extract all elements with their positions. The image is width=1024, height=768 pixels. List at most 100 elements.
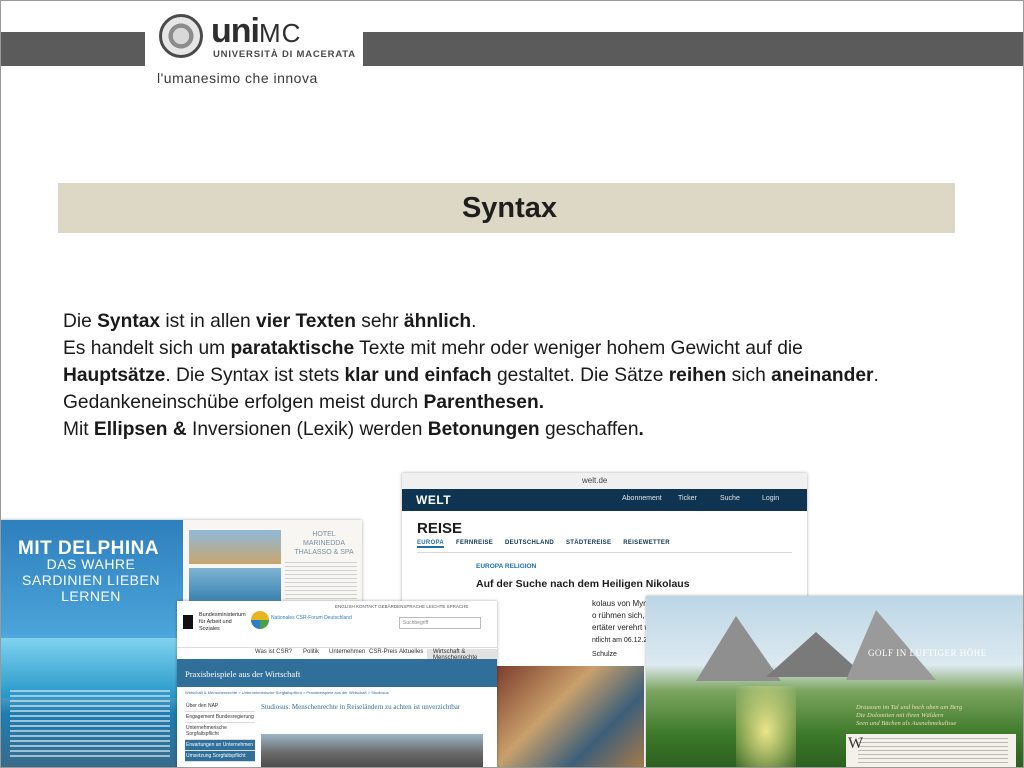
welt-author: Schulze — [592, 651, 617, 658]
bmas-menu-item: Was ist CSR? — [255, 649, 293, 655]
welt-cat-reisewetter: REISEWETTER — [623, 540, 670, 546]
body-bold-run: vier Texten — [256, 311, 356, 332]
welt-cat-deutschland: DEUTSCHLAND — [505, 540, 554, 546]
bmas-breadcrumb: Wirtschaft & Menschenrechte > Unternehme… — [185, 690, 389, 695]
body-run: sich — [726, 365, 772, 386]
bmas-banner-title: Praxisbeispiele aus der Wirtschaft — [185, 669, 301, 679]
dolomites-caption-2: Die Dolomiten mit ihren Wäldern — [856, 712, 944, 719]
dolomites-caption-3: Seen und Bächen als Ausnahmekulisse — [856, 720, 957, 727]
browser-url: welt.de — [582, 476, 608, 485]
welt-nav-abonnement: Abonnement — [622, 495, 662, 502]
sardinia-cover: MIT DELPHINA DAS WAHRE SARDINIEN LIEBEN … — [0, 520, 183, 768]
body-run: Gedankeneinschübe erfolgen meist durch — [63, 392, 424, 413]
body-bold-run: klar und einfach — [344, 365, 492, 386]
welt-navbar: WELT Abonnement Ticker Suche Login — [402, 489, 807, 511]
body-bold-run: reihen — [668, 365, 727, 386]
welt-cat-staedtereise: STÄDTEREISE — [565, 540, 612, 546]
body-line: Mit Ellipsen & Inversionen (Lexik) werde… — [63, 416, 963, 443]
body-run: gestaltet. Die Sätze — [491, 365, 669, 386]
body-run: sehr — [355, 311, 404, 332]
welt-nav-suche: Suche — [720, 495, 740, 502]
bmas-side-item: Umsetzung Sorgfaltspflicht — [185, 751, 255, 762]
body-line: Es handelt sich um parataktische Texte m… — [63, 335, 963, 362]
csr-label: Nationales CSR-Forum Deutschland — [271, 615, 352, 621]
body-run: . Die Syntax ist stets — [165, 365, 345, 386]
bmas-article-title: Studiosus: Menschenrechte in Reiseländer… — [261, 703, 461, 711]
welt-divider — [417, 552, 792, 553]
logo-wordmark: uniMC — [211, 12, 301, 51]
sardinia-subtitle: DAS WAHRE SARDINIEN LIEBEN LERNEN — [22, 556, 160, 604]
body-bold-run: Syntax — [97, 311, 161, 332]
body-run: geschaffen — [539, 419, 639, 440]
body-bold-run: . — [638, 419, 644, 440]
welt-cat-fernreise: FERNREISE — [456, 540, 494, 546]
slide-title-bar: Syntax — [58, 183, 955, 233]
logo-university-name: UNIVERSITÀ DI MACERATA — [213, 49, 356, 60]
logo-tagline: l'umanesimo che innova — [157, 70, 318, 86]
body-bold-run: aneinander — [771, 365, 874, 386]
university-seal-icon — [159, 14, 203, 58]
bmas-side-item: Über den NAP — [185, 701, 255, 712]
body-run: Die — [63, 311, 98, 332]
body-line: Die Syntax ist in allen vier Texten sehr… — [63, 308, 963, 335]
logo-mc: MC — [258, 18, 302, 48]
body-run: Texte mit mehr oder weniger hohem Gewich… — [354, 338, 803, 359]
body-text: Die Syntax ist in allen vier Texten sehr… — [63, 308, 963, 443]
hotel-photo — [189, 530, 281, 564]
body-line: Gedankeneinschübe erfolgen meist durch P… — [63, 389, 963, 416]
golf-ball-flash — [736, 686, 796, 768]
mountain-peak — [846, 610, 936, 680]
university-logo[interactable]: uniMC UNIVERSITÀ DI MACERATA l'umanesimo… — [145, 0, 363, 90]
body-run: ist in allen — [160, 311, 257, 332]
dolomites-captions: Draussen im Tal und hoch oben am Berg Di… — [856, 704, 1016, 730]
csr-logo-icon — [251, 611, 269, 629]
body-line: Hauptsätze. Die Syntax ist stets klar un… — [63, 362, 963, 389]
dolomites-caption-1: Draussen im Tal und hoch oben am Berg — [856, 704, 963, 711]
body-bold-run: Hauptsätze — [63, 365, 166, 386]
body-run: . — [873, 365, 879, 386]
dolomites-title: GOLF IN LUFTIGER HÖHE — [868, 648, 987, 658]
bmas-search-input: Suchbegriff — [399, 617, 481, 629]
dolomites-dropcap: W — [848, 735, 864, 752]
welt-section-title: REISE — [417, 520, 463, 537]
welt-logo: WELT — [416, 493, 452, 507]
bmas-header: Bundesministerium für Arbeit und Soziale… — [177, 601, 497, 648]
federal-eagle-icon — [183, 615, 193, 629]
bmas-menu-item: Aktuelles — [399, 649, 424, 655]
body-bold-run: Betonungen — [427, 419, 540, 440]
bmas-menu-item: Unternehmen — [329, 649, 366, 655]
bmas-side-item-active: Erwartungen an Unternehmen — [185, 740, 255, 751]
bmas-csr-screenshot: Bundesministerium für Arbeit und Soziale… — [177, 601, 497, 768]
welt-article-tags: EUROPA RELIGION — [476, 563, 537, 570]
body-run: Es handelt sich um — [63, 338, 231, 359]
hotel-name: HOTEL MARINEDDA THALASSO & SPA — [294, 531, 354, 556]
dolomites-golf-magazine-image: GOLF IN LUFTIGER HÖHE Draussen im Tal un… — [646, 596, 1024, 768]
bmas-side-item: Engagement Bundesregierung — [185, 712, 255, 723]
sardinia-copy — [10, 690, 170, 760]
body-bold-run: ähnlich — [403, 311, 472, 332]
welt-nav-ticker: Ticker — [678, 495, 697, 502]
dolomites-article-text — [846, 734, 1016, 768]
body-bold-run: Ellipsen & — [93, 419, 187, 440]
bmas-article-image — [261, 734, 483, 768]
welt-categories: EUROPA FERNREISE DEUTSCHLAND STÄDTEREISE… — [417, 540, 680, 548]
body-run: Inversionen (Lexik) werden — [186, 419, 428, 440]
body-run: Mit — [63, 419, 94, 440]
welt-nav-login: Login — [762, 495, 780, 502]
slide-title: Syntax — [461, 191, 558, 224]
ministry-name: Bundesministerium für Arbeit und Soziale… — [199, 612, 246, 632]
pool-photo — [0, 638, 183, 698]
bmas-side-item: Unternehmerische Sorgfaltspflicht — [185, 723, 255, 740]
welt-headline: Auf der Suche nach dem Heiligen Nikolaus — [476, 578, 690, 590]
body-bold-run: Parenthesen. — [423, 392, 545, 413]
welt-cat-europa: EUROPA — [417, 540, 445, 548]
bmas-menu-item: CSR-Preis — [369, 649, 398, 655]
logo-uni: uni — [211, 12, 260, 50]
bmas-menu-item: Politik — [303, 649, 320, 655]
bmas-top-links: ENGLISH KONTAKT GEBÄRDENSPRACHE LEICHTE … — [335, 604, 469, 609]
bmas-menu: Was ist CSR? Politik Unternehmen CSR-Pre… — [177, 647, 497, 661]
body-run: . — [471, 311, 477, 332]
bmas-banner: Praxisbeispiele aus der Wirtschaft — [177, 659, 497, 687]
body-bold-run: parataktische — [230, 338, 355, 359]
saints-mosaic-image — [494, 666, 644, 768]
